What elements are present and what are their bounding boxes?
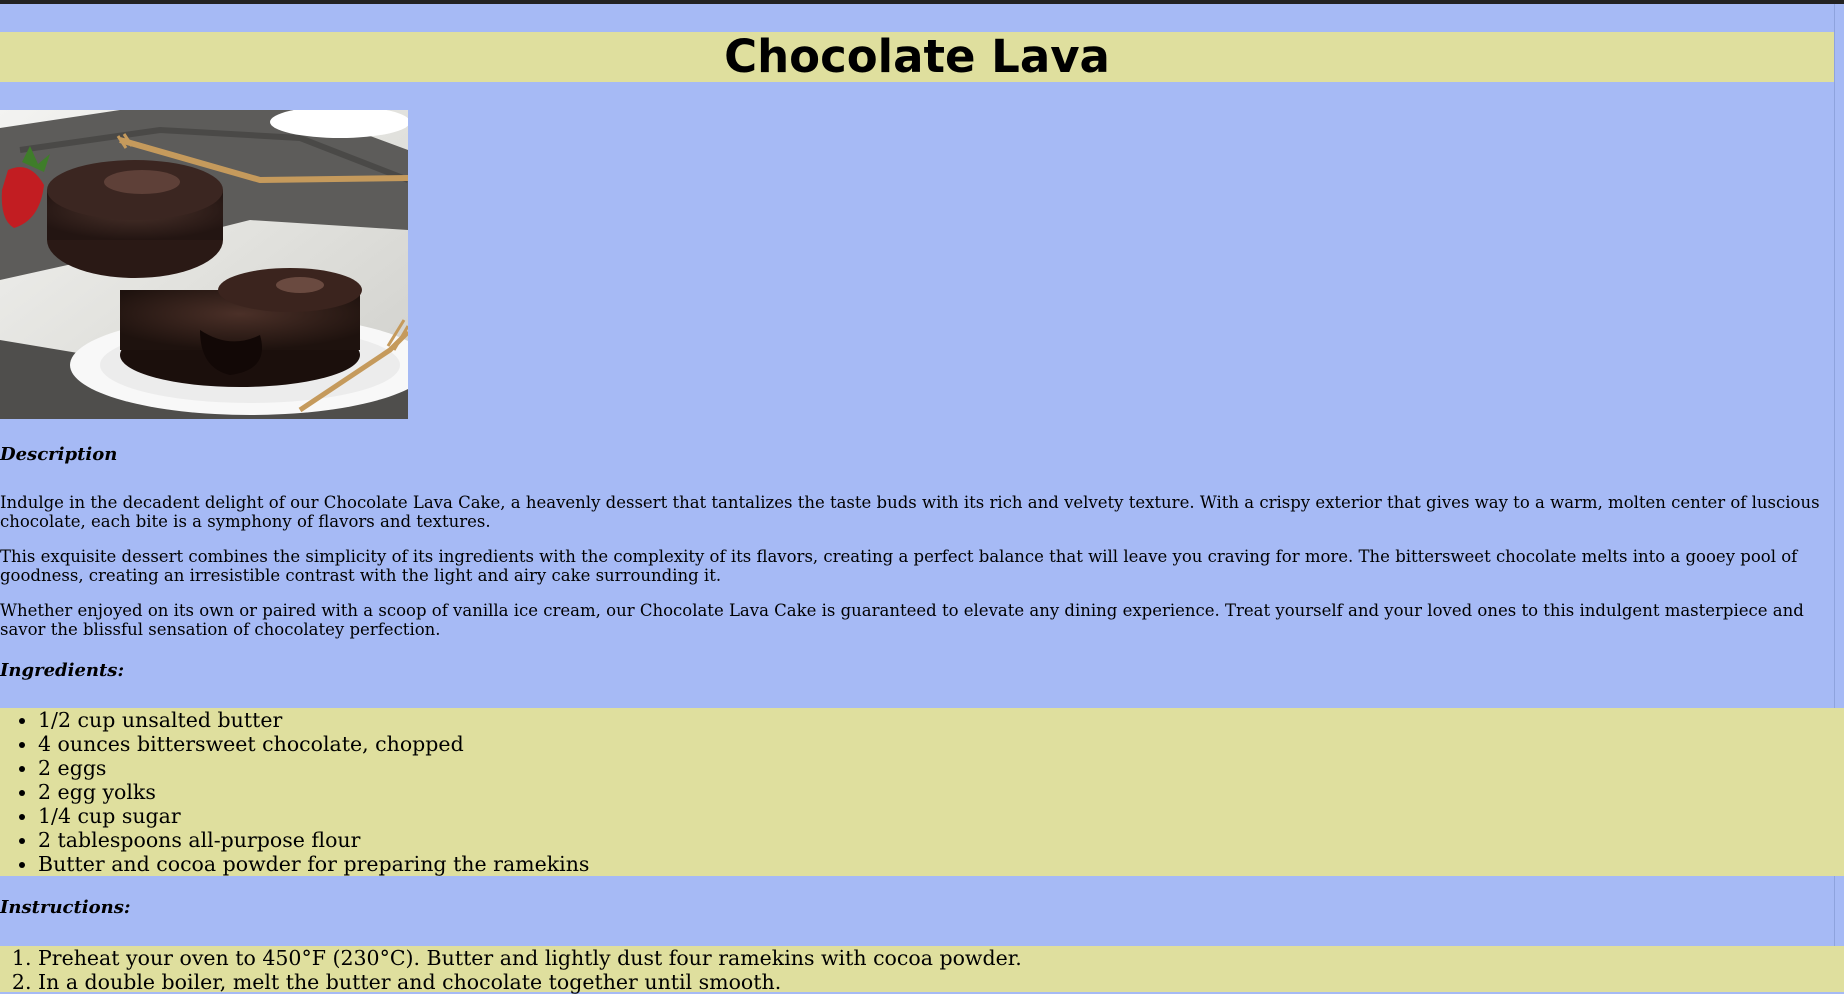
ingredient-item: 1/4 cup sugar [38, 804, 1844, 828]
description-heading: Description [0, 444, 118, 465]
ingredient-item: 4 ounces bittersweet chocolate, chopped [38, 732, 1844, 756]
ingredient-item: 1/2 cup unsalted butter [38, 708, 1844, 732]
description-paragraph-3: Whether enjoyed on its own or paired wit… [0, 601, 1804, 639]
ingredient-item: 2 tablespoons all-purpose flour [38, 828, 1844, 852]
window-top-edge [0, 0, 1844, 4]
ingredient-item: Butter and cocoa powder for preparing th… [38, 852, 1844, 876]
description-paragraph-1: Indulge in the decadent delight of our C… [0, 493, 1820, 531]
page-title: Chocolate Lava [0, 32, 1834, 82]
ingredient-item: 2 egg yolks [38, 780, 1844, 804]
ingredients-heading: Ingredients: [0, 660, 125, 681]
instruction-step: In a double boiler, melt the butter and … [38, 970, 1844, 994]
description-paragraph-2: This exquisite dessert combines the simp… [0, 547, 1798, 585]
instructions-heading: Instructions: [0, 897, 131, 918]
recipe-image [0, 110, 408, 419]
instruction-step: Preheat your oven to 450°F (230°C). Butt… [38, 946, 1844, 970]
instructions-list: Preheat your oven to 450°F (230°C). Butt… [0, 946, 1844, 994]
ingredient-item: 2 eggs [38, 756, 1844, 780]
ingredients-list: 1/2 cup unsalted butter 4 ounces bitters… [0, 708, 1844, 876]
chocolate-lava-cake-photo [0, 110, 408, 419]
